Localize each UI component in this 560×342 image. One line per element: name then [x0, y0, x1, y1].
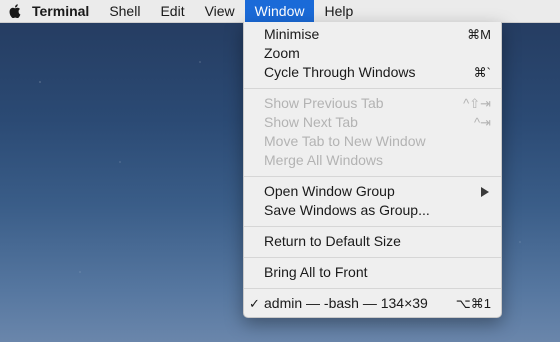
menu-view[interactable]: View — [195, 0, 245, 22]
menu-item-label: Open Window Group — [264, 183, 395, 199]
menu-item-admin-window[interactable]: ✓ admin — -bash — 134×39 ⌥⌘1 — [244, 294, 501, 313]
menu-item-label: Return to Default Size — [264, 233, 401, 249]
menu-item-label: Cycle Through Windows — [264, 64, 416, 80]
menu-item-label: Minimise — [264, 26, 320, 42]
menu-window[interactable]: Window — [244, 0, 315, 22]
menu-item-minimise[interactable]: Minimise ⌘M — [244, 25, 501, 44]
menu-item-show-next-tab: Show Next Tab ^⇥ — [244, 113, 501, 132]
apple-menu[interactable] — [0, 0, 30, 22]
menu-item-bring-all-front[interactable]: Bring All to Front — [244, 263, 501, 282]
menu-item-label: Show Previous Tab — [264, 95, 384, 111]
menu-item-label: Save Windows as Group... — [264, 202, 430, 218]
menu-separator — [244, 88, 501, 89]
menu-item-show-previous-tab: Show Previous Tab ^⇧⇥ — [244, 94, 501, 113]
menu-separator — [244, 226, 501, 227]
menu-item-move-tab: Move Tab to New Window — [244, 132, 501, 151]
menu-item-default-size[interactable]: Return to Default Size — [244, 232, 501, 251]
shortcut-label: ^⇧⇥ — [463, 96, 491, 111]
menu-item-open-window-group[interactable]: Open Window Group — [244, 182, 501, 201]
menu-item-merge-windows: Merge All Windows — [244, 151, 501, 170]
checkmark-icon: ✓ — [249, 296, 260, 311]
shortcut-label: ^⇥ — [474, 115, 491, 130]
apple-icon — [9, 4, 21, 18]
shortcut-label: ⌘M — [467, 27, 491, 42]
menu-separator — [244, 288, 501, 289]
menu-bar: Terminal Shell Edit View Window Help — [0, 0, 560, 23]
menu-separator — [244, 257, 501, 258]
menu-item-label: Merge All Windows — [264, 152, 384, 168]
menu-help[interactable]: Help — [314, 0, 363, 22]
menu-separator — [244, 176, 501, 177]
menu-item-label: admin — -bash — 134×39 — [264, 295, 428, 311]
menu-item-label: Bring All to Front — [264, 264, 368, 280]
submenu-arrow-icon — [481, 187, 489, 197]
menu-item-label: Show Next Tab — [264, 114, 358, 130]
menu-item-save-windows-group[interactable]: Save Windows as Group... — [244, 201, 501, 220]
window-menu-dropdown: Minimise ⌘M Zoom Cycle Through Windows ⌘… — [243, 22, 502, 318]
menu-app-name[interactable]: Terminal — [30, 0, 99, 22]
menu-item-label: Move Tab to New Window — [264, 133, 426, 149]
menu-edit[interactable]: Edit — [150, 0, 194, 22]
menu-item-zoom[interactable]: Zoom — [244, 44, 501, 63]
menu-item-label: Zoom — [264, 45, 300, 61]
shortcut-label: ⌥⌘1 — [455, 296, 491, 311]
shortcut-label: ⌘` — [473, 65, 491, 80]
menu-shell[interactable]: Shell — [99, 0, 150, 22]
menu-item-cycle-windows[interactable]: Cycle Through Windows ⌘` — [244, 63, 501, 82]
